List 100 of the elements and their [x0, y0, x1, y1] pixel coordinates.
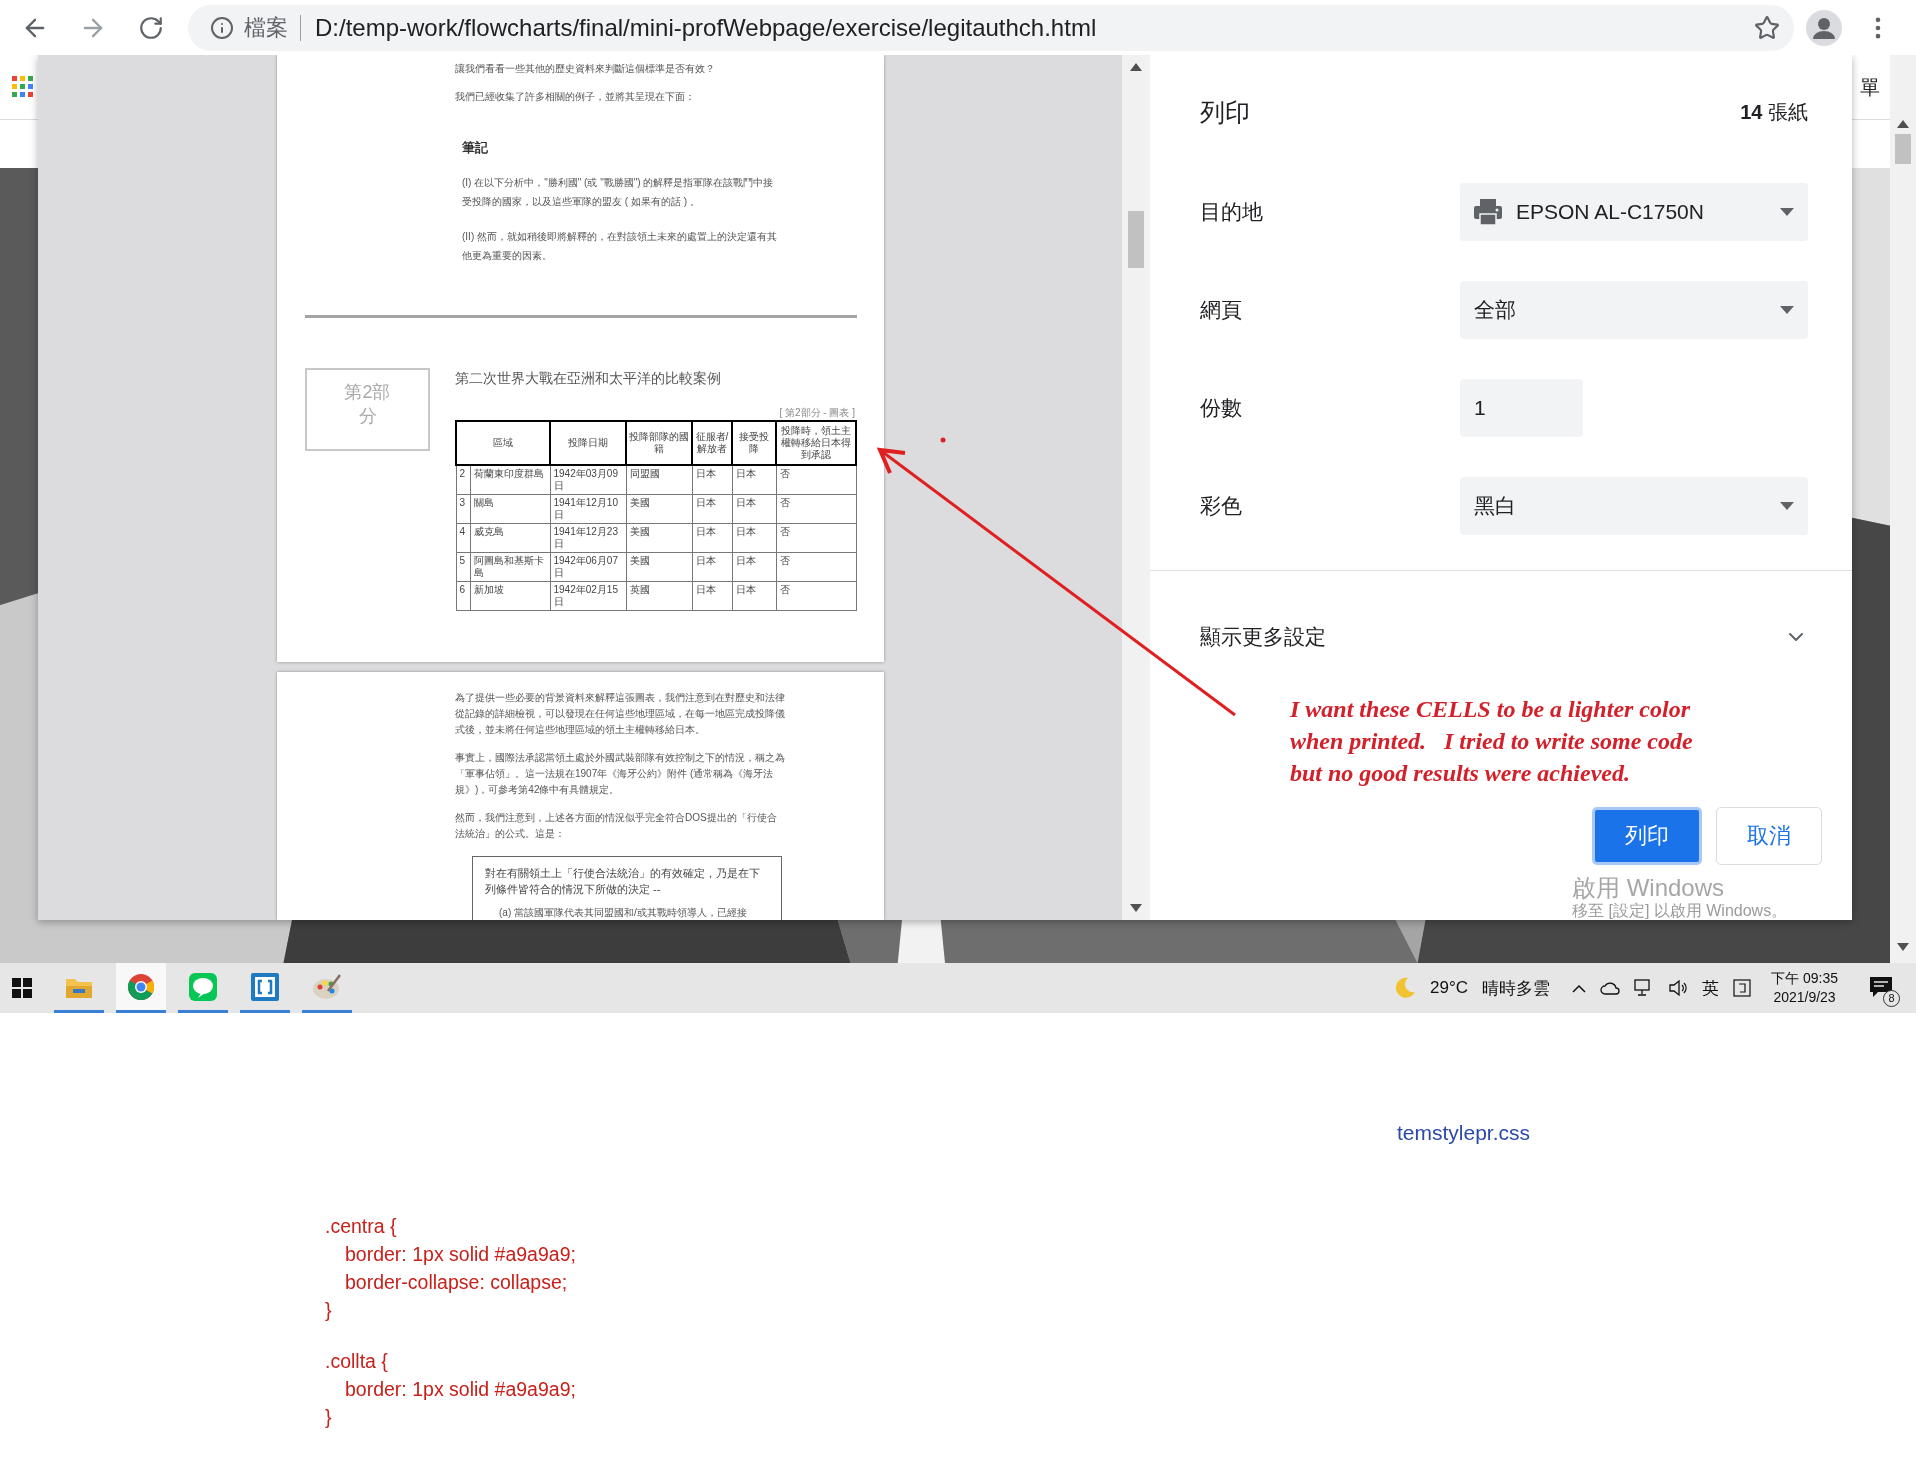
activation-detail: 移至 [設定] 以啟用 Windows。: [1572, 901, 1788, 920]
table-cell: 否: [776, 523, 856, 553]
caret-icon: [1780, 502, 1794, 510]
caret-up-icon[interactable]: [1572, 983, 1587, 993]
table-cell: 否: [776, 465, 856, 495]
scroll-up-arrow[interactable]: [1130, 63, 1142, 71]
bracket-icon: [251, 972, 279, 1001]
scrollbar-thumb[interactable]: [1128, 211, 1144, 268]
input-language[interactable]: 英: [1702, 976, 1720, 1000]
code-line: border: 1px solid #a9a9a9;: [344, 1243, 576, 1266]
section-title: 第二次世界大戰在亞洲和太平洋的比較案例: [455, 370, 722, 388]
chat-icon: [189, 972, 217, 1001]
weather-text: 晴時多雲: [1482, 977, 1551, 1000]
row-number: 2: [456, 465, 470, 495]
clock-time[interactable]: 下午 09:35: [1771, 969, 1838, 988]
code-line: }: [325, 1299, 332, 1322]
table-cell: 美國: [626, 494, 692, 524]
code-line: .collta {: [325, 1350, 388, 1373]
clock-date[interactable]: 2021/9/23: [1773, 988, 1836, 1007]
table-cell: 1942年02月15日: [550, 581, 626, 611]
url-text: D:/temp-work/flowcharts/final/mini-profWebpage/exercise/legitauthch.html: [314, 13, 1098, 42]
setting-label: 目的地: [1200, 199, 1264, 225]
reload-icon: [138, 14, 164, 41]
code-line: .centra {: [325, 1215, 397, 1238]
setting-label: 彩色: [1200, 493, 1243, 519]
table-cell: 美國: [626, 523, 692, 553]
quote-text: 對在有關領土上「行使合法統治」的有效確定，乃是在下列條件皆符合的情況下所做的決定 --: [485, 866, 761, 897]
code-line: }: [325, 1406, 332, 1429]
note-text: (II) 然而，就如稍後即將解釋的，在對該領土未來的處置上的決定還有其他更為重要的因素。: [462, 230, 778, 263]
caret-icon: [1780, 306, 1794, 314]
table-cell: 日本: [692, 581, 732, 611]
avatar-icon[interactable]: [1806, 9, 1842, 46]
taskbar-app[interactable]: [116, 963, 166, 1013]
code-line: border: 1px solid #a9a9a9;: [344, 1378, 576, 1401]
scroll-up-arrow[interactable]: [1897, 120, 1909, 128]
annotation-note: I want these CELLS to be a lighter color when printed. I tried to write some code but no good results were achieved.: [1290, 695, 1694, 788]
section-label: 第2部分: [305, 368, 430, 451]
setting-label: 網頁: [1200, 297, 1243, 323]
table-cell: 日本: [732, 581, 776, 611]
paragraph: 事實上，國際法承認當領土處於外國武裝部隊有效控制之下的情況，稱之為「軍事佔領」。這一法規在1907年《海牙公約》附件 (通常稱為《海牙法規》)，可參考第42條中有具體規定。: [455, 751, 785, 797]
table-cell: 英國: [626, 581, 692, 611]
moon-icon: [1394, 977, 1417, 999]
table-cell: 日本: [732, 494, 776, 524]
sheet-count: 14 張紙: [1740, 100, 1808, 125]
row-number: 3: [456, 494, 470, 524]
table-cell: 日本: [732, 465, 776, 495]
scroll-down-arrow[interactable]: [1897, 943, 1909, 951]
code-line: border-collapse: collapse;: [344, 1271, 568, 1294]
table-cell: 否: [776, 494, 856, 524]
row-number: 6: [456, 581, 470, 611]
table-cell: 1941年12月10日: [550, 494, 626, 524]
dropdown[interactable]: 全部: [1460, 281, 1808, 339]
notes-heading: 筆記: [462, 139, 489, 157]
table-cell: 日本: [692, 552, 732, 582]
table-cell: 關島: [470, 494, 550, 524]
windows-icon: [12, 978, 32, 998]
cloud-icon[interactable]: [1600, 981, 1621, 995]
table-cell: 否: [776, 581, 856, 611]
caret-icon: [1780, 208, 1794, 216]
site-label: 檔案: [244, 14, 301, 41]
dropdown[interactable]: 黑白: [1460, 477, 1808, 535]
star-icon[interactable]: [1754, 14, 1780, 41]
column-header: 投降部隊的國籍: [626, 421, 692, 465]
activation-title: 啟用 Windows: [1572, 874, 1726, 901]
scroll-down-arrow[interactable]: [1130, 904, 1142, 912]
file-name: temstylepr.css: [1397, 1121, 1531, 1145]
printer-icon: [1474, 199, 1502, 225]
palette-icon: [312, 972, 342, 1001]
setting-label: 份數: [1200, 395, 1243, 421]
column-header: 征服者/解放者: [692, 421, 732, 465]
scrollbar-thumb[interactable]: [1895, 134, 1911, 164]
notification-count: 8: [1883, 990, 1900, 1007]
ink-dot: [940, 437, 946, 443]
column-header: 區域: [456, 421, 550, 465]
table-cell: 同盟國: [626, 465, 692, 495]
column-header: 接受投降: [732, 421, 776, 465]
bookmark-label[interactable]: 單: [1860, 73, 1880, 101]
quote-item: (a) 當該國軍隊代表其同盟國和/或其戰時領導人，已經接: [499, 906, 748, 920]
print-button[interactable]: 列印: [1592, 807, 1702, 865]
table-cell: 日本: [732, 552, 776, 582]
copies-field[interactable]: 1: [1460, 379, 1583, 437]
column-header: 投降日期: [550, 421, 626, 465]
table-cell: 美國: [626, 552, 692, 582]
speaker-icon[interactable]: [1668, 979, 1689, 997]
temperature: 29°C: [1430, 978, 1469, 998]
ime-icon[interactable]: [1733, 979, 1752, 997]
row-number: 4: [456, 523, 470, 553]
address-bar[interactable]: 檔案 D:/temp-work/flowcharts/final/mini-profWebpage/exercise/legitauthch.html: [188, 4, 1794, 51]
browser-icon: [127, 972, 155, 1001]
paragraph: 然而，我們注意到，上述各方面的情況似乎完全符合DOS提出的「行使合法統治」的公式。這是：: [455, 811, 778, 841]
paragraph: 為了提供一些必要的背景資料來解釋這張圖表，我們注意到在對歷史和法律從記錄的詳細檢視，可以發現在任何這些地理區域，在每一地區完成投降儀式後，並未將任何這些地理區域的領土主權轉移給日本。: [455, 691, 785, 737]
table-cell: 阿圖島和基斯卡島: [470, 552, 550, 582]
dropdown[interactable]: EPSON AL-C1750N: [1460, 183, 1808, 241]
paragraph: 我們已經收集了許多相關的例子，並將其呈現在下面：: [455, 90, 696, 104]
cancel-button[interactable]: 取消: [1716, 807, 1822, 865]
apps-icon[interactable]: [12, 76, 34, 98]
print-title: 列印: [1200, 97, 1250, 128]
table-caption: [ 第2部分 - 圖表 ]: [778, 406, 855, 420]
more-settings-toggle[interactable]: 顯示更多設定: [1200, 615, 1808, 659]
table-cell: 1942年03月09日: [550, 465, 626, 495]
